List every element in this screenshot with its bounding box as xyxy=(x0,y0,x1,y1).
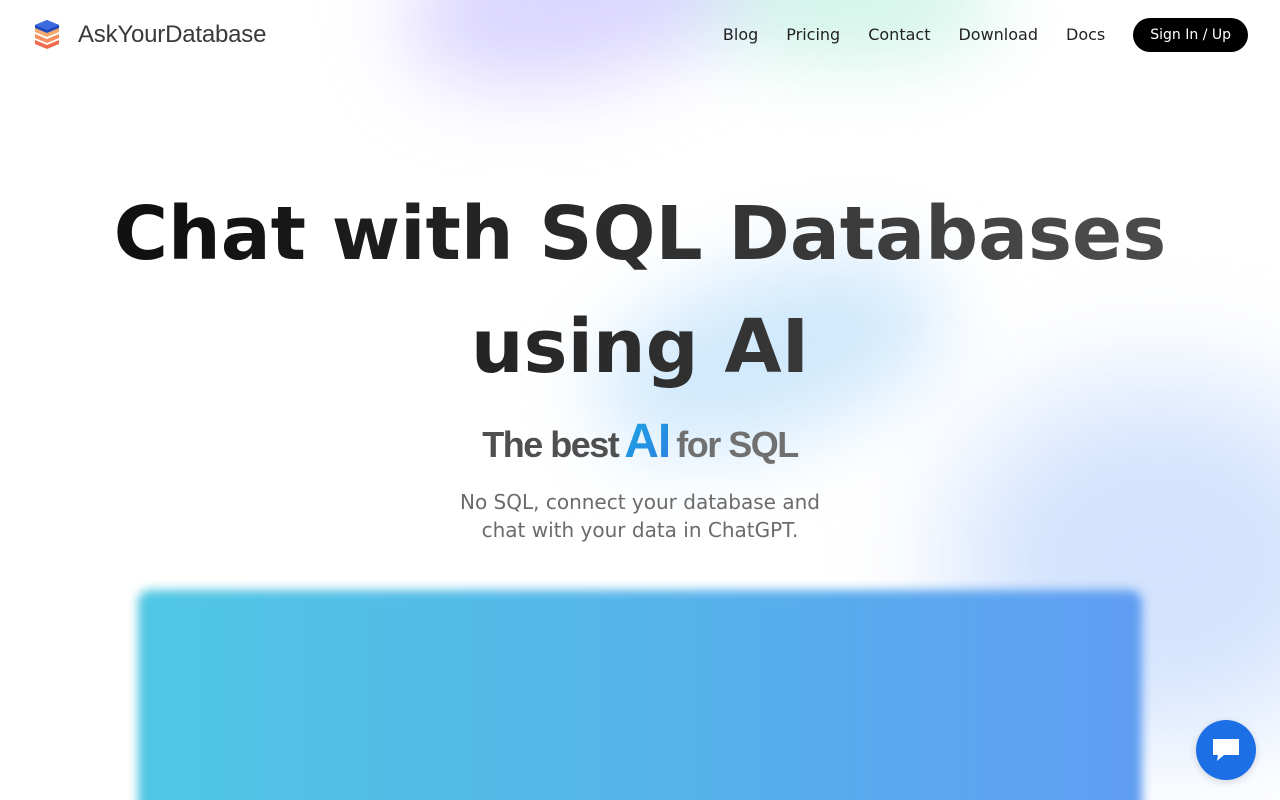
subtitle-line-2: chat with your data in ChatGPT. xyxy=(481,518,799,542)
product-preview-image xyxy=(138,590,1142,800)
main-nav: Blog Pricing Contact Download Docs Sign … xyxy=(723,18,1248,52)
landing-page: AskYourDatabase Blog Pricing Contact Dow… xyxy=(0,0,1280,800)
chat-widget-button[interactable] xyxy=(1196,720,1256,780)
brand-name: AskYourDatabase xyxy=(78,21,267,48)
site-header: AskYourDatabase Blog Pricing Contact Dow… xyxy=(0,0,1280,70)
hero-tagline: The best AI for SQL xyxy=(0,414,1280,469)
hero-title-line-1: Chat with SQL Databases xyxy=(113,191,1167,277)
nav-link-pricing[interactable]: Pricing xyxy=(786,18,840,52)
stacked-database-icon xyxy=(35,20,59,49)
subtitle-line-1: No SQL, connect your database and xyxy=(460,490,820,514)
tagline-prefix: The best xyxy=(482,424,620,465)
hero-title-line-2: using AI xyxy=(470,304,810,390)
chat-bubble-icon xyxy=(1213,739,1239,761)
nav-link-contact[interactable]: Contact xyxy=(868,18,930,52)
hero-subtitle: No SQL, connect your database and chat w… xyxy=(0,488,1280,544)
brand-logo-link[interactable]: AskYourDatabase xyxy=(34,19,266,51)
tagline-ai-highlight: AI xyxy=(624,415,671,468)
hero-title: Chat with SQL Databases using AI xyxy=(0,178,1280,404)
nav-link-download[interactable]: Download xyxy=(958,18,1038,52)
nav-link-blog[interactable]: Blog xyxy=(723,18,758,52)
tagline-suffix: for SQL xyxy=(676,424,799,465)
signin-button[interactable]: Sign In / Up xyxy=(1133,18,1248,52)
nav-link-docs[interactable]: Docs xyxy=(1066,18,1105,52)
